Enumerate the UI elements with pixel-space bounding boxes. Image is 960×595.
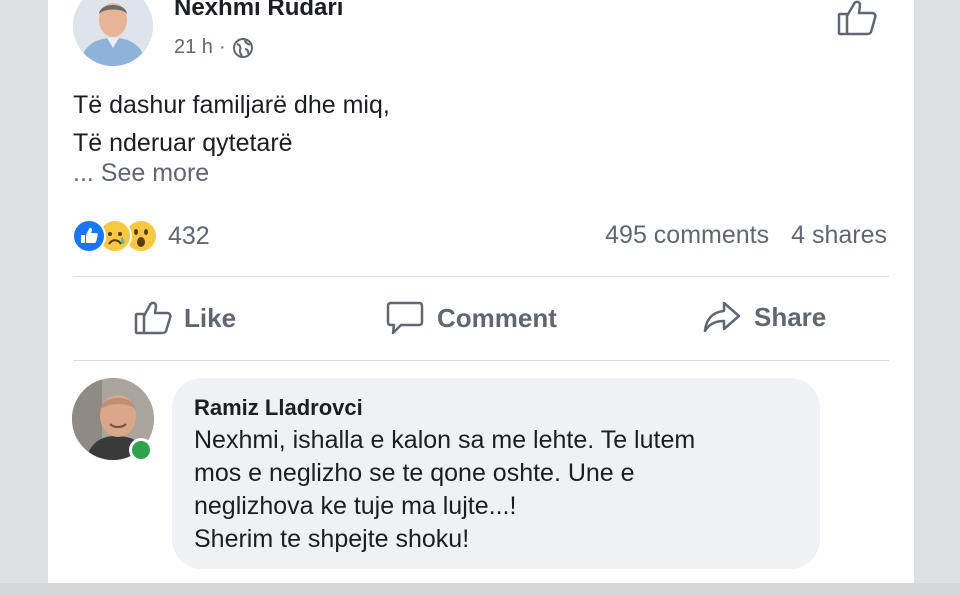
globe-icon xyxy=(232,37,254,59)
see-more-link[interactable]: ... See more xyxy=(73,159,209,188)
comments-count[interactable]: 495 comments xyxy=(605,221,769,250)
comment-label: Comment xyxy=(437,302,557,333)
shares-count[interactable]: 4 shares xyxy=(791,221,887,250)
engagement-stats: 495 comments 4 shares xyxy=(605,221,887,250)
share-label: Share xyxy=(754,301,827,332)
comment-icon xyxy=(385,300,425,336)
post-meta: 21 h · xyxy=(174,36,254,59)
divider-bottom xyxy=(73,360,889,361)
comment-text: Nexhmi, ishalla e kalon sa me lehte. Te … xyxy=(194,424,695,556)
like-button[interactable]: Like xyxy=(134,300,236,336)
comment-bubble: Ramiz Lladrovci Nexhmi, ishalla e kalon … xyxy=(172,378,820,569)
online-status-dot xyxy=(129,438,153,462)
commenter-name[interactable]: Ramiz Lladrovci xyxy=(194,395,363,421)
meta-separator: · xyxy=(218,36,226,58)
post-text-line: Të dashur familjarë dhe miq, xyxy=(73,91,390,119)
reaction-count: 432 xyxy=(168,221,210,250)
author-name[interactable]: Nexhmi Rudari xyxy=(174,0,343,22)
post-time[interactable]: 21 h xyxy=(174,36,213,59)
comment-line: Nexhmi, ishalla e kalon sa me lehte. Te … xyxy=(194,426,696,454)
like-label: Like xyxy=(184,302,237,333)
share-button[interactable]: Share xyxy=(702,300,826,334)
post-text: Të dashur familjarë dhe miq, Të nderuar … xyxy=(73,86,390,162)
comment-button[interactable]: Comment xyxy=(385,300,557,336)
comment-line: neglizhova ke tuje ma lujte...! xyxy=(194,492,517,520)
like-icon xyxy=(134,300,172,336)
page-like-icon[interactable] xyxy=(836,0,878,38)
comment-line: mos e neglizho se te qone oshte. Une e xyxy=(194,459,635,487)
divider-top xyxy=(73,276,889,277)
reactions-summary[interactable]: 432 xyxy=(72,219,210,253)
comment-line: Sherim te shpejte shoku! xyxy=(194,525,470,553)
post-text-line: Të nderuar qytetarë xyxy=(73,129,293,157)
like-reaction-icon xyxy=(72,219,106,253)
share-icon xyxy=(702,300,742,334)
bottom-edge xyxy=(0,583,960,595)
